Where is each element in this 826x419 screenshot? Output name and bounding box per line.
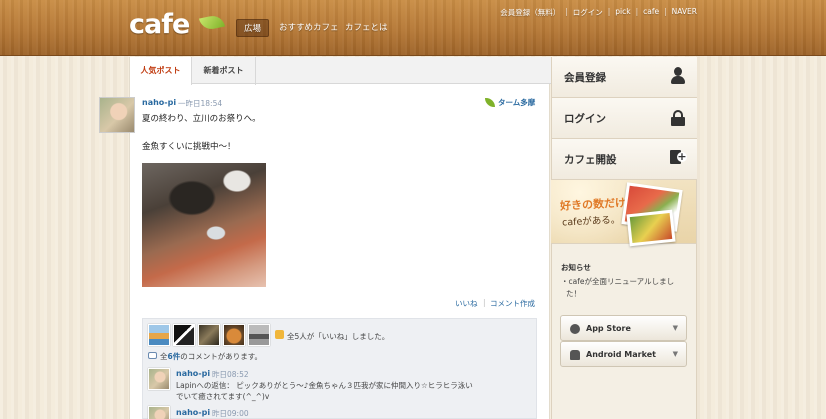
- lock-icon: [671, 110, 685, 126]
- liker-avatar[interactable]: [198, 324, 220, 346]
- register-button-label: 会員登録: [564, 72, 606, 84]
- action-separator: |: [483, 298, 486, 307]
- post-tabs: 人気ポスト 新着ポスト: [130, 57, 551, 85]
- android-icon: [570, 350, 580, 360]
- write-comment-link[interactable]: コメント作成: [490, 298, 535, 309]
- leaf-icon: [198, 13, 226, 32]
- comment-avatar[interactable]: [148, 368, 170, 390]
- add-page-icon: [670, 150, 687, 166]
- app-store-label: App Store: [586, 324, 631, 333]
- util-cafe-link[interactable]: cafe: [643, 7, 659, 18]
- comment-count-number[interactable]: 6件: [168, 352, 181, 361]
- post-text: 夏の終わり、立川のお祭りへ。: [142, 114, 261, 124]
- utility-nav: 会員登録（無料） | ログイン | pick | cafe | NAVER: [500, 7, 697, 18]
- nav-recommended-cafe[interactable]: おすすめカフェ: [272, 19, 346, 37]
- likes-summary: 全5人が「いいね」しました。: [287, 332, 390, 341]
- header: cafe 広場 おすすめカフェ カフェとは 会員登録（無料） | ログイン | …: [0, 0, 826, 56]
- login-button-label: ログイン: [564, 113, 606, 125]
- util-pick-link[interactable]: pick: [615, 7, 630, 18]
- login-button[interactable]: ログイン: [552, 98, 697, 139]
- cafe-logo[interactable]: cafe: [129, 9, 190, 40]
- util-separator: |: [635, 7, 639, 16]
- liker-avatar[interactable]: [173, 324, 195, 346]
- comment-count-prefix: 全: [160, 352, 168, 361]
- util-naver-link[interactable]: NAVER: [672, 7, 697, 18]
- comment-bubble-icon: [148, 352, 157, 359]
- liker-avatar[interactable]: [248, 324, 270, 346]
- comment-timestamp: 昨日08:52: [212, 370, 249, 379]
- apple-icon: [570, 324, 580, 334]
- theme-link[interactable]: ターム多摩: [498, 97, 535, 108]
- post-timestamp: 一昨日18:54: [178, 99, 223, 108]
- util-login-link[interactable]: ログイン: [573, 7, 603, 18]
- comment-text: Lapinへの返信： ピックありがとう〜♪金魚ちゃん３匹我が家に仲間入り☆ヒラヒ…: [176, 381, 473, 390]
- liker-avatar[interactable]: [148, 324, 170, 346]
- util-separator: |: [565, 7, 568, 16]
- comment-author[interactable]: naho-pi: [176, 408, 210, 417]
- nav-about-cafe[interactable]: カフェとは: [338, 19, 395, 37]
- notice-item[interactable]: ・cafeが全面リニューアルしまし: [561, 276, 674, 287]
- post-photo[interactable]: [142, 163, 266, 287]
- comment-count-suffix: のコメントがあります。: [180, 352, 262, 361]
- post-text: 金魚すくいに挑戦中〜！: [142, 142, 236, 152]
- liker-avatar[interactable]: [223, 324, 245, 346]
- notice-heading: お知らせ: [561, 263, 591, 272]
- util-register-link[interactable]: 会員登録（無料）: [500, 7, 560, 18]
- notice-item[interactable]: た！: [566, 288, 581, 299]
- banner-photo: [626, 209, 676, 247]
- chevron-down-icon: ▼: [672, 324, 678, 332]
- author-avatar[interactable]: [99, 97, 135, 133]
- tab-popular-posts[interactable]: 人気ポスト: [130, 57, 192, 85]
- comment-text: でいて癒されてます(^_^)v: [176, 392, 270, 401]
- android-market-button[interactable]: Android Market ▼: [560, 341, 687, 367]
- create-cafe-button-label: カフェ開設: [564, 154, 617, 166]
- tab-new-posts[interactable]: 新着ポスト: [192, 57, 256, 85]
- like-link[interactable]: いいね: [455, 298, 478, 309]
- register-button[interactable]: 会員登録: [552, 57, 697, 98]
- post-author-name[interactable]: naho-pi: [142, 98, 176, 107]
- nav-hiroba[interactable]: 広場: [236, 19, 270, 37]
- android-market-label: Android Market: [586, 350, 656, 359]
- thumbs-up-icon: [275, 330, 284, 339]
- user-icon: [670, 67, 686, 85]
- comment-count[interactable]: 全6件のコメントがあります。: [160, 351, 262, 362]
- app-store-button[interactable]: App Store ▼: [560, 315, 687, 341]
- comment-author[interactable]: naho-pi: [176, 369, 210, 378]
- chevron-down-icon: ▼: [672, 350, 678, 358]
- comment-avatar[interactable]: [148, 406, 170, 419]
- create-cafe-button[interactable]: カフェ開設: [552, 139, 697, 180]
- util-separator: |: [607, 7, 611, 16]
- comment-timestamp: 昨日09:00: [212, 409, 249, 418]
- util-separator: |: [664, 7, 667, 16]
